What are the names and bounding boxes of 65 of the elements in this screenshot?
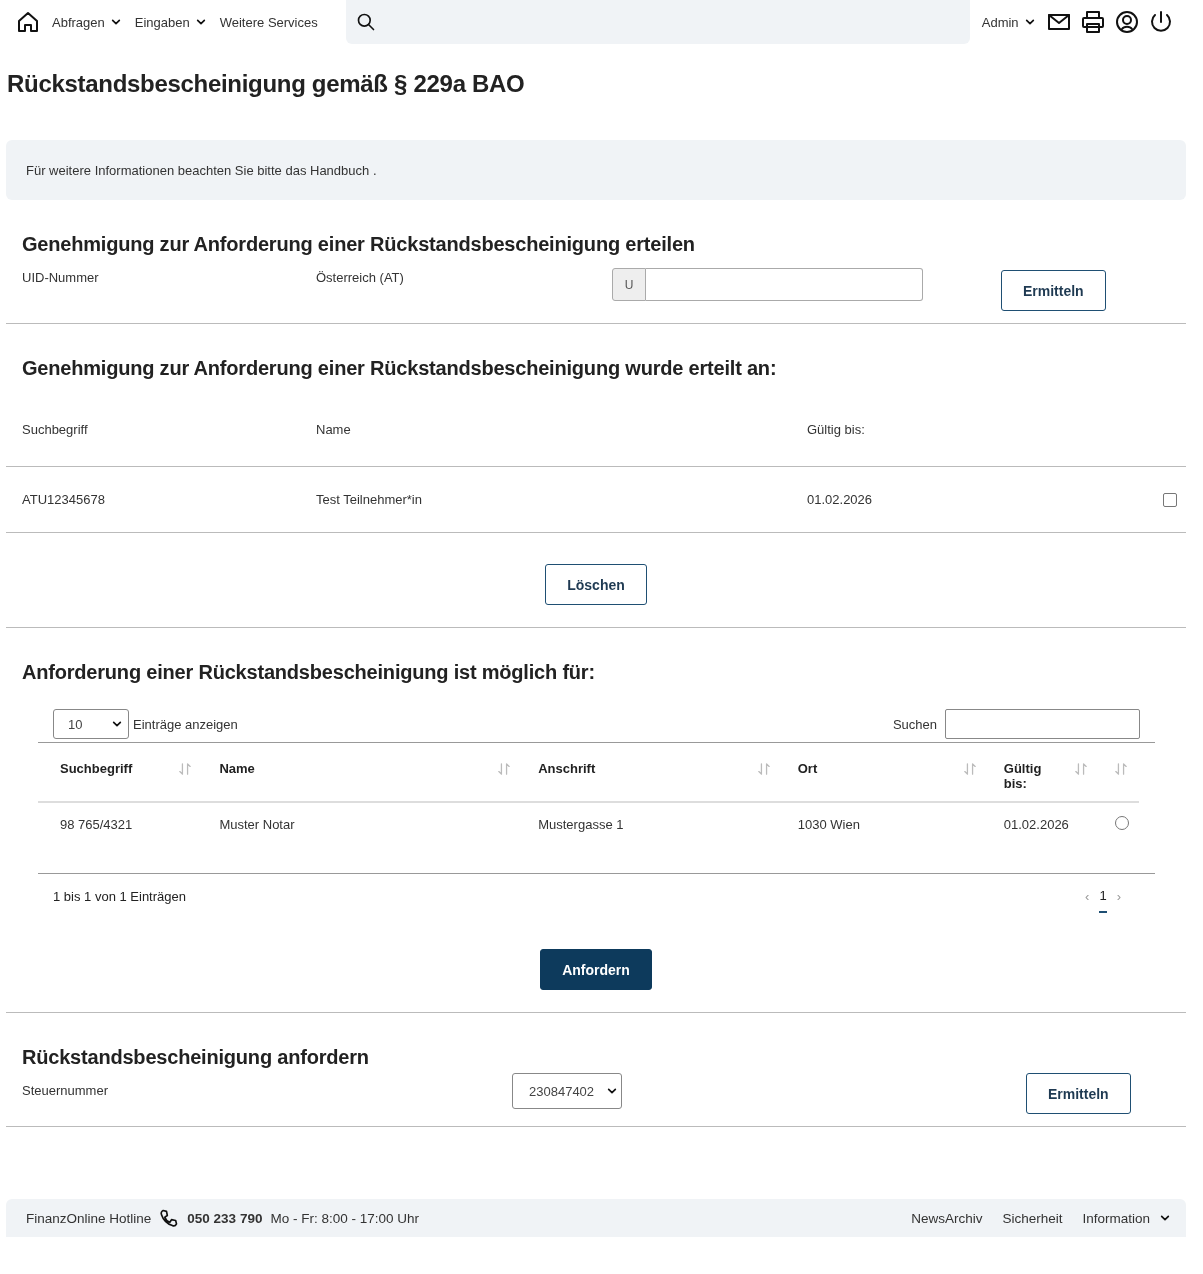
sort-icon[interactable]: [757, 761, 770, 777]
page-size-dropdown[interactable]: 10: [53, 709, 129, 739]
caret-icon: [112, 719, 122, 729]
checkbox[interactable]: [1163, 492, 1177, 507]
search-label: Suchen: [892, 716, 937, 732]
page-size-label: Einträge anzeigen: [133, 716, 238, 732]
sort-icon[interactable]: [1115, 761, 1127, 777]
search-icon: [355, 12, 376, 32]
phone-number: 050 233 790: [187, 1210, 263, 1226]
menu-item[interactable]: Eingaben: [132, 14, 208, 30]
column-header: Gültig bis:: [807, 422, 866, 437]
action-button[interactable]: Ermitteln: [1026, 1073, 1131, 1114]
sort-icon[interactable]: [963, 761, 976, 777]
menu-item[interactable]: Abfragen: [50, 14, 123, 30]
column-header[interactable]: Suchbegriff: [60, 761, 133, 776]
action-button[interactable]: Löschen: [545, 564, 647, 605]
sort-icon[interactable]: [498, 761, 511, 777]
home-icon[interactable]: [16, 10, 40, 34]
column-header[interactable]: Ort: [797, 761, 818, 776]
table-cell: 1030 Wien: [797, 817, 860, 832]
field-label: Steuernummer: [22, 1083, 109, 1098]
table-cell: Muster Notar: [219, 817, 295, 832]
sort-icon[interactable]: [1075, 761, 1087, 777]
section-heading: Anforderung einer Rückstandsbescheinigung ist möglich für:: [21, 660, 596, 685]
manual-link[interactable]: Handbuch: [310, 162, 370, 178]
field-label: UID-Nummer: [22, 270, 100, 285]
action-button[interactable]: Ermitteln: [1001, 270, 1106, 311]
country-label: Österreich (AT): [316, 270, 405, 285]
info-text: Für weitere Informationen beachten Sie bitte das Handbuch .: [26, 162, 377, 178]
user-icon[interactable]: [1114, 10, 1139, 34]
section-heading: Genehmigung zur Anforderung einer Rückstandsbescheinigung erteilen: [21, 232, 696, 257]
printer-icon[interactable]: [1080, 10, 1105, 34]
table-cell-text: Test Teilnehmer*in: [316, 492, 423, 507]
table-cell: 98 765/4321: [60, 817, 133, 832]
column-header[interactable]: Name: [219, 761, 255, 776]
sort-icon[interactable]: [179, 761, 192, 777]
search-field[interactable]: [945, 709, 1140, 739]
footer-link[interactable]: Information: [1082, 1210, 1170, 1226]
table-cell-text: ATU12345678: [22, 492, 106, 507]
column-header[interactable]: Anschrift: [538, 761, 596, 776]
menu-item[interactable]: Weitere Services: [217, 14, 320, 30]
column-header: Name: [316, 422, 352, 437]
column-header[interactable]: Gültig bis:: [1003, 761, 1044, 791]
table-cell: Mustergasse 1: [538, 817, 624, 832]
page-title: Rückstandsbescheinigung gemäß § 229a BAO: [7, 70, 526, 98]
search-field[interactable]: [345, 0, 970, 44]
footer-link[interactable]: Sicherheit: [1002, 1210, 1063, 1226]
page-link[interactable]: 1: [1099, 879, 1107, 913]
section-heading: Genehmigung zur Anforderung einer Rückstandsbescheinigung wurde erteilt an:: [21, 356, 778, 381]
tax-number-dropdown[interactable]: 230847402: [512, 1073, 622, 1109]
request-button[interactable]: Anfordern: [540, 949, 652, 990]
power-icon[interactable]: [1148, 10, 1173, 34]
footer-link[interactable]: NewsArchiv: [911, 1210, 983, 1226]
hotline-label: FinanzOnline Hotline: [26, 1210, 152, 1226]
user-menu[interactable]: Admin: [979, 14, 1037, 30]
input-prefix: U: [612, 268, 646, 301]
phone-icon: [159, 1208, 180, 1228]
caret-icon: [607, 1086, 617, 1096]
table-cell: 01.02.2026: [1003, 817, 1069, 832]
section-heading: Rückstandsbescheinigung anfordern: [21, 1045, 370, 1070]
opening-hours: Mo - Fr: 8:00 - 17:00 Uhr: [270, 1210, 419, 1226]
entries-summary: 1 bis 1 von 1 Einträgen: [53, 888, 186, 904]
uid-input-field[interactable]: [646, 268, 923, 301]
table-cell-text: 01.02.2026: [807, 492, 874, 507]
column-header: Suchbegriff: [22, 422, 89, 437]
